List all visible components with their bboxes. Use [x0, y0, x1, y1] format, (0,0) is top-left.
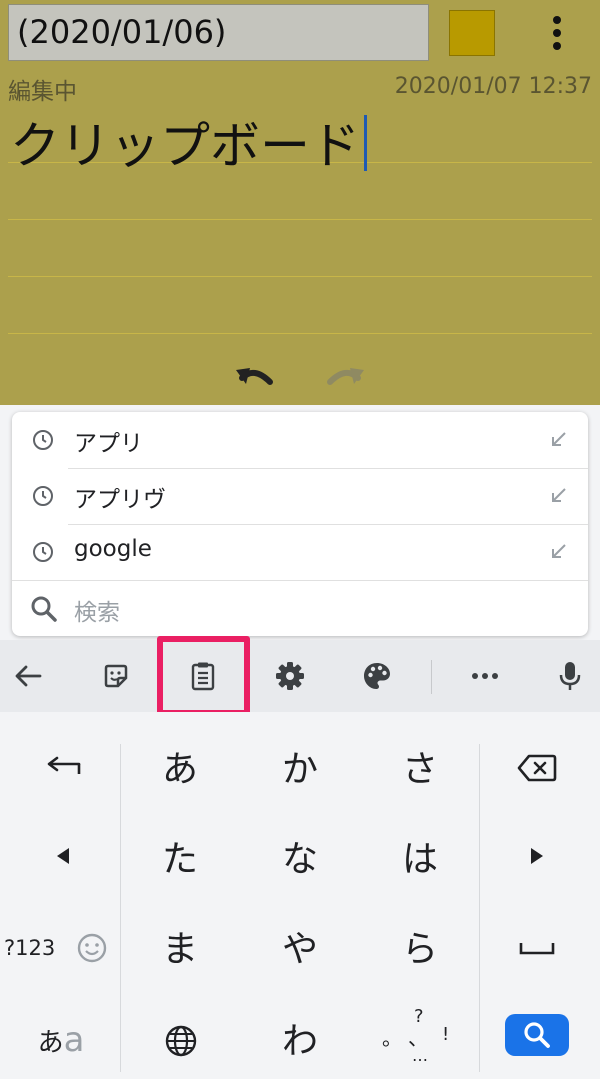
key-label: な: [281, 839, 318, 880]
language-key[interactable]: [150, 1012, 212, 1070]
search-placeholder: 検索: [74, 600, 120, 626]
key-na[interactable]: な: [250, 824, 350, 888]
color-picker-button[interactable]: [449, 10, 495, 56]
insert-arrow-icon[interactable]: [548, 430, 568, 450]
sticker-icon: [104, 664, 128, 688]
key-label: ま: [161, 929, 198, 970]
kana-toggle-key[interactable]: あa: [26, 1014, 96, 1066]
kana-toggle-label: あ: [37, 1027, 64, 1058]
clock-icon: [33, 486, 53, 506]
note-timestamp: 2020/01/07 12:37: [394, 74, 592, 99]
punctuation-key-glyphs: ? 。 、 ! …: [370, 1006, 470, 1074]
numeric-mode-label: ?123: [4, 936, 56, 960]
key-label: か: [281, 749, 318, 790]
key-ma[interactable]: ま: [130, 914, 230, 978]
backspace-icon: [517, 754, 557, 782]
key-a[interactable]: あ: [130, 734, 230, 798]
theme-button[interactable]: [355, 654, 399, 698]
note-editor: (2020/01/06) 編集中 2020/01/07 12:37 クリップボー…: [0, 0, 600, 405]
caret-left-icon: [57, 848, 69, 864]
note-body[interactable]: クリップボード: [8, 108, 592, 334]
text-caret: [364, 115, 367, 171]
cursor-left-key[interactable]: [20, 830, 106, 882]
key-ka[interactable]: か: [250, 734, 350, 798]
key-ta[interactable]: た: [130, 824, 230, 888]
key-label: は: [401, 839, 438, 880]
suggestion-text: アプリヴ: [74, 487, 166, 513]
suggestion-item[interactable]: アプリ: [12, 412, 588, 468]
arrow-left-bar-icon: [47, 756, 81, 774]
redo-button[interactable]: [322, 356, 368, 396]
emoji-icon: [77, 933, 107, 963]
globe-icon: [165, 1025, 197, 1057]
key-column-divider: [479, 744, 480, 1072]
keyboard-toolbar: [0, 640, 600, 712]
ruled-line: [8, 219, 592, 220]
cursor-right-key[interactable]: [494, 830, 580, 882]
editing-status-label: 編集中: [8, 79, 77, 105]
back-arrow-icon: [15, 665, 42, 687]
key-label: さ: [401, 749, 438, 790]
alpha-toggle-label: a: [63, 1020, 85, 1060]
key-ha[interactable]: は: [370, 824, 470, 888]
key-label: あ: [161, 749, 198, 790]
punctuation-key[interactable]: ? 。 、 ! …: [370, 1006, 470, 1074]
suggestion-item[interactable]: google: [12, 524, 588, 580]
key-label: や: [281, 929, 318, 970]
suggestion-item[interactable]: アプリヴ: [12, 468, 588, 524]
note-body-text: クリップボード: [10, 117, 360, 175]
toolbar-back-button[interactable]: [6, 654, 50, 698]
suggestion-card: アプリ アプリヴ google 検索: [12, 412, 588, 636]
caret-right-icon: [531, 848, 543, 864]
ruled-line: [8, 333, 592, 334]
note-title-input[interactable]: (2020/01/06): [8, 4, 429, 61]
suggestion-text: アプリ: [74, 431, 143, 457]
suggestion-text: google: [74, 536, 152, 562]
key-ra[interactable]: ら: [370, 914, 470, 978]
sticker-button[interactable]: [94, 654, 138, 698]
insert-arrow-icon[interactable]: [548, 542, 568, 562]
search-row[interactable]: 検索: [12, 580, 588, 636]
more-button[interactable]: [463, 654, 507, 698]
palette-icon: [364, 663, 390, 689]
toolbar-divider: [431, 660, 432, 694]
punct-ellipsis: …: [412, 1046, 428, 1065]
numeric-mode-key[interactable]: ?123: [4, 922, 55, 974]
insert-arrow-icon[interactable]: [548, 486, 568, 506]
undo-button[interactable]: [232, 356, 278, 396]
key-sa[interactable]: さ: [370, 734, 470, 798]
gear-icon: [276, 662, 304, 690]
clock-icon: [33, 430, 53, 450]
key-ya[interactable]: や: [250, 914, 350, 978]
more-horizontal-icon: [472, 673, 498, 679]
emoji-key[interactable]: [72, 926, 112, 970]
space-key[interactable]: [494, 922, 580, 974]
more-options-icon[interactable]: [538, 12, 576, 54]
clipboard-highlight-box: [157, 636, 250, 716]
redo-icon: [327, 368, 364, 385]
search-icon: [524, 1022, 550, 1048]
voice-input-button[interactable]: [548, 654, 592, 698]
microphone-icon: [559, 662, 581, 690]
key-wa[interactable]: わ: [250, 1006, 350, 1070]
key-label: わ: [281, 1021, 318, 1062]
key-label: ら: [401, 929, 438, 970]
search-enter-key[interactable]: [505, 1014, 569, 1056]
undo-key[interactable]: [20, 742, 106, 794]
note-text[interactable]: クリップボード: [10, 114, 367, 178]
settings-button[interactable]: [268, 654, 312, 698]
clock-icon: [33, 542, 53, 562]
space-icon: [519, 943, 555, 955]
backspace-key[interactable]: [494, 742, 580, 794]
search-icon: [31, 596, 57, 622]
ruled-line: [8, 276, 592, 277]
punct-exclaim: !: [442, 1024, 450, 1045]
undo-icon: [236, 368, 273, 385]
punct-period: 。: [382, 1026, 402, 1050]
japanese-keyboard: ?123 あa あ か さ た な は ま や ら わ ? 。 、 ! …: [0, 712, 600, 1079]
key-column-divider: [120, 744, 121, 1072]
key-label: た: [161, 839, 198, 880]
